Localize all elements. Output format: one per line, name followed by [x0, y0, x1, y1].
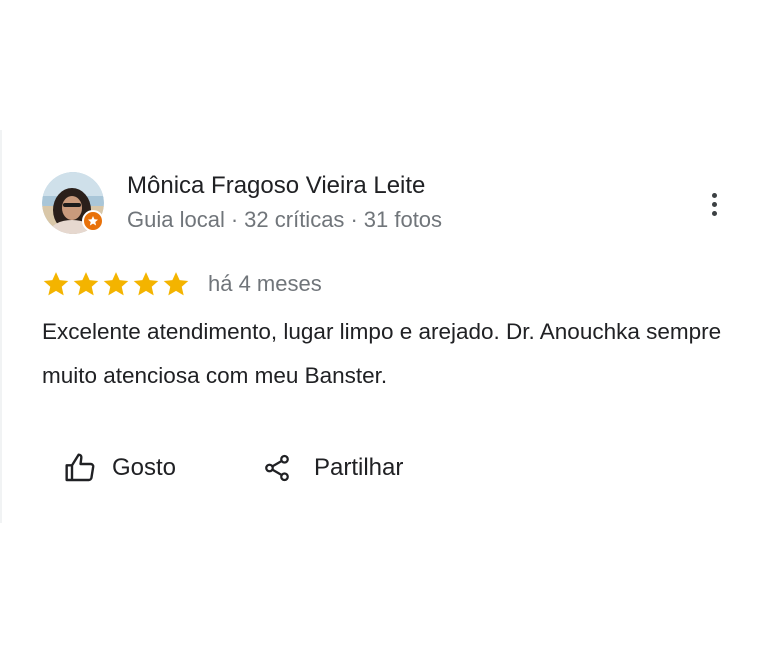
photos-count: 31 fotos [363, 207, 443, 232]
review-time: há 4 meses [208, 271, 322, 296]
local-guide-star-icon [82, 210, 104, 232]
star-icon [43, 272, 69, 296]
meta-separator: · [350, 207, 358, 232]
share-label: Partilhar [314, 454, 404, 481]
like-label: Gosto [112, 454, 177, 481]
star-rating [42, 270, 190, 298]
share-icon [265, 454, 289, 482]
author-name[interactable]: Mônica Fragoso Vieira Leite [127, 172, 425, 200]
local-guide-label: Guia local [127, 207, 225, 232]
review-text: Excelente atendimento, lugar limpo e are… [42, 319, 722, 388]
meta-separator: · [230, 207, 239, 232]
like-button[interactable]: Gosto [64, 446, 176, 490]
page: Mônica Fragoso Vieira Leite Guia local · 3… [0, 0, 767, 657]
rating-row: há 4 meses [42, 266, 322, 302]
share-button[interactable]: Partilhar [262, 446, 403, 490]
thumb-up-icon [65, 453, 95, 482]
more-vert-icon-dot [711, 201, 717, 207]
more-vert-icon-dot [711, 210, 717, 216]
star-icon [73, 272, 99, 296]
review-card: Mônica Fragoso Vieira Leite Guia local · 3… [0, 130, 767, 523]
star-icon [103, 272, 129, 296]
more-options-button[interactable] [700, 188, 728, 220]
star-icon [163, 272, 189, 296]
avatar[interactable] [42, 172, 104, 234]
star-icon [133, 272, 159, 296]
author-meta: Guia local · 32 críticas · 31 fotos [127, 207, 442, 233]
reviews-count: 32 críticas [244, 207, 345, 232]
more-vert-icon [711, 192, 717, 198]
